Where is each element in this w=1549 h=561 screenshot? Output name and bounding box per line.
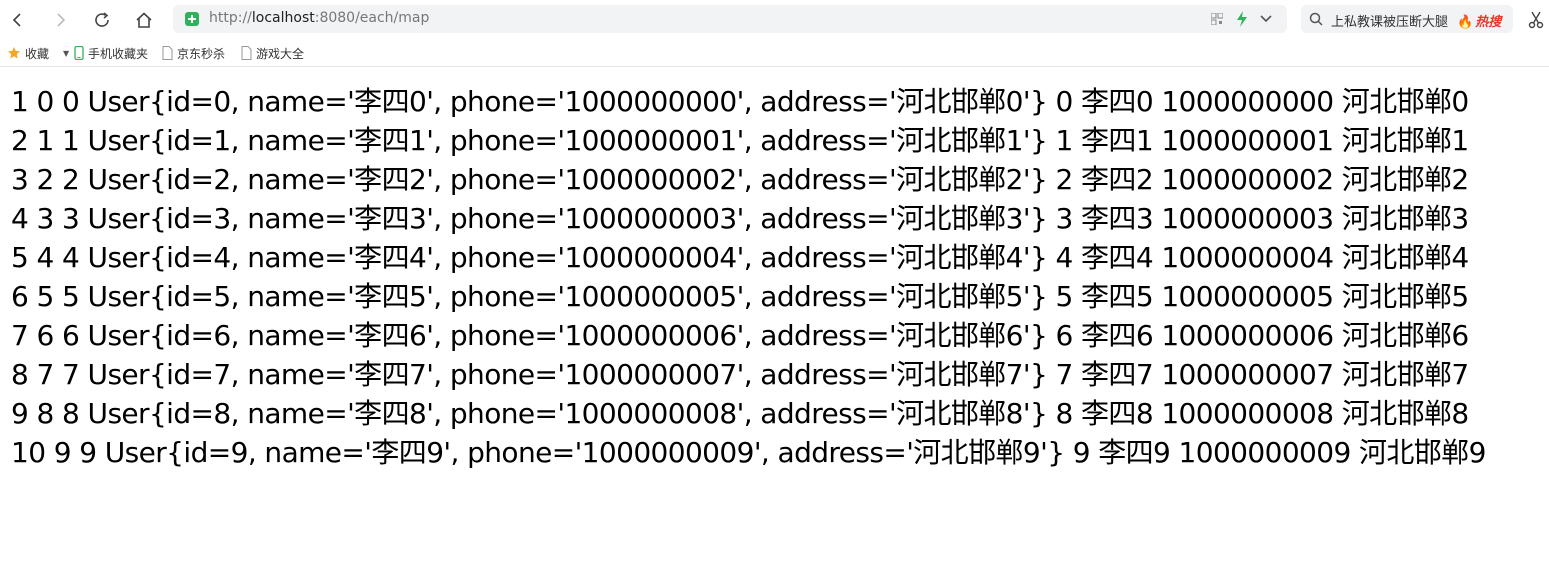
user-row: 4 3 3 User{id=3, name='李四3', phone='1000… bbox=[11, 202, 1469, 235]
user-row: 1 0 0 User{id=0, name='李四0', phone='1000… bbox=[11, 85, 1469, 118]
address-bar[interactable]: http://localhost:8080/each/map bbox=[173, 5, 1287, 33]
dropdown-arrow-icon[interactable]: ▼ bbox=[63, 49, 69, 58]
search-box[interactable]: 上私教课被压断大腿 🔥 热搜 bbox=[1301, 5, 1513, 33]
chevron-down-icon[interactable] bbox=[1259, 13, 1273, 25]
user-row: 5 4 4 User{id=4, name='李四4', phone='1000… bbox=[11, 241, 1469, 274]
back-button[interactable] bbox=[4, 6, 32, 34]
search-icon bbox=[1309, 12, 1323, 26]
bookmarks-bar: 收藏 ▼ 手机收藏夹 京东秒杀 游戏大全 bbox=[0, 40, 1549, 67]
bookmark-mobile-favorites[interactable]: 手机收藏夹 bbox=[74, 44, 148, 62]
bookmark-label: 收藏 bbox=[25, 46, 50, 61]
phone-icon bbox=[74, 46, 84, 60]
user-row: 2 1 1 User{id=1, name='李四1', phone='1000… bbox=[11, 124, 1469, 157]
lightning-icon[interactable] bbox=[1235, 11, 1249, 27]
hot-search-badge[interactable]: 🔥 热搜 bbox=[1457, 11, 1501, 30]
forward-button[interactable] bbox=[46, 6, 74, 34]
bookmark-game-collection[interactable]: 游戏大全 bbox=[241, 44, 304, 62]
home-button[interactable] bbox=[130, 6, 158, 34]
reload-icon bbox=[95, 12, 109, 27]
user-row: 9 8 8 User{id=8, name='李四8', phone='1000… bbox=[11, 397, 1469, 430]
user-row: 8 7 7 User{id=7, name='李四7', phone='1000… bbox=[11, 358, 1469, 391]
user-row: 6 5 5 User{id=5, name='李四5', phone='1000… bbox=[11, 280, 1469, 313]
browser-toolbar: http://localhost:8080/each/map 上私教课被压断大腿… bbox=[0, 0, 1549, 40]
chevron-left-icon bbox=[12, 13, 21, 27]
bookmark-jd-seckill[interactable]: 京东秒杀 bbox=[162, 44, 225, 62]
url-host: localhost bbox=[251, 10, 315, 26]
page-content: 1 0 0 User{id=0, name='李四0', phone='1000… bbox=[11, 82, 1541, 472]
bookmark-favorites[interactable]: 收藏 ▼ bbox=[7, 44, 69, 62]
star-icon bbox=[7, 46, 21, 60]
hot-search-label: 热搜 bbox=[1475, 15, 1502, 30]
secure-shield-icon bbox=[185, 12, 199, 26]
bookmark-label: 京东秒杀 bbox=[177, 46, 226, 61]
url-prefix: http:// bbox=[209, 10, 252, 26]
reload-button[interactable] bbox=[88, 6, 116, 34]
url-text[interactable]: http://localhost:8080/each/map bbox=[209, 10, 429, 26]
url-path: :8080/each/map bbox=[314, 10, 430, 26]
chevron-right-icon bbox=[57, 13, 66, 27]
bookmark-label: 手机收藏夹 bbox=[88, 46, 149, 61]
user-row: 10 9 9 User{id=9, name='李四9', phone='100… bbox=[11, 436, 1486, 469]
page-icon bbox=[241, 46, 252, 60]
scissors-icon[interactable] bbox=[1528, 11, 1544, 29]
user-row: 7 6 6 User{id=6, name='李四6', phone='1000… bbox=[11, 319, 1469, 352]
page-icon bbox=[162, 46, 173, 60]
qr-code-icon[interactable] bbox=[1211, 13, 1223, 25]
home-icon bbox=[136, 12, 152, 28]
flame-icon: 🔥 bbox=[1457, 15, 1474, 30]
bookmark-label: 游戏大全 bbox=[256, 46, 305, 61]
search-suggestion-text[interactable]: 上私教课被压断大腿 bbox=[1331, 11, 1448, 30]
user-row: 3 2 2 User{id=2, name='李四2', phone='1000… bbox=[11, 163, 1469, 196]
